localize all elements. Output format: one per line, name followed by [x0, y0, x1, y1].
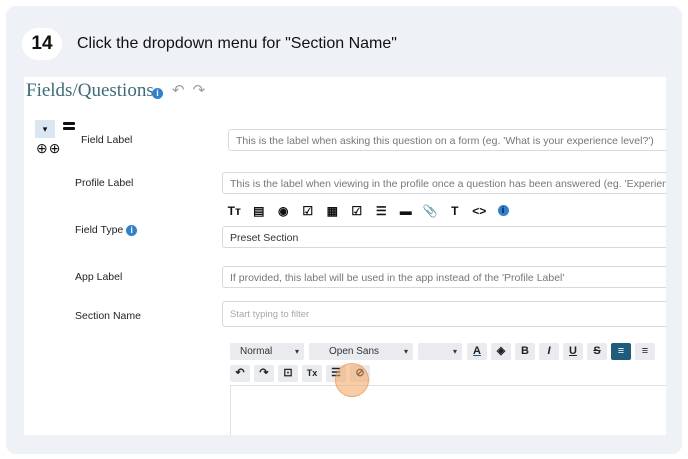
section-name-dropdown[interactable]: Start typing to filter [222, 301, 666, 327]
field-type-info-icon[interactable]: i [126, 224, 138, 236]
font-size-select[interactable]: ▾ [418, 343, 462, 360]
chevron-down-icon: ▾ [403, 347, 408, 356]
profile-label-input[interactable]: This is the label when viewing in the pr… [222, 172, 666, 194]
plain-text-type-icon[interactable]: T [443, 204, 468, 218]
collapse-toggle-button[interactable]: ▾ [35, 120, 55, 138]
rich-text-editor-area[interactable] [230, 385, 666, 435]
section-title-text: Fields/Questions [26, 80, 154, 101]
info-icon[interactable]: i [152, 88, 163, 99]
attachment-type-icon[interactable]: 📎 [418, 204, 443, 218]
step-number-badge: 14 [22, 28, 62, 60]
bold-button[interactable]: B [515, 343, 535, 360]
font-family-select[interactable]: Open Sans ▾ [309, 343, 413, 360]
italic-button[interactable]: I [539, 343, 559, 360]
list-type-icon[interactable]: ☰ [369, 204, 394, 218]
text-color-button[interactable]: A [467, 343, 487, 360]
clear-format-button[interactable]: Tx [302, 365, 322, 382]
field-type-select[interactable]: Preset Section [222, 226, 666, 248]
history-controls: ↶↷ [172, 81, 213, 99]
editor-toolbar-top: Normal ▾ Open Sans ▾ ▾ A ◈ B I U S ≡ ≡ [230, 343, 659, 360]
paragraph-style-select[interactable]: Normal ▾ [230, 343, 304, 360]
section-title: Fields/Questions i [26, 80, 163, 102]
field-type-toolbar: Tт ▤ ◉ ☑ ▦ ☑ ☰ ▬ 📎 T <> i [222, 204, 509, 218]
chevron-down-icon: ▾ [294, 347, 299, 356]
checkbox-type-icon[interactable]: ☑ [296, 204, 321, 218]
undo-icon[interactable]: ↶ [172, 82, 193, 99]
step-instruction: Click the dropdown menu for "Section Nam… [77, 35, 397, 52]
align-left-button[interactable]: ≡ [611, 343, 631, 360]
app-label-input[interactable]: If provided, this label will be used in … [222, 266, 666, 288]
profile-label-label: Profile Label [75, 177, 134, 189]
editor-undo-button[interactable]: ↶ [230, 365, 250, 382]
click-indicator [335, 363, 369, 397]
calendar-type-icon[interactable]: ▦ [320, 204, 345, 218]
field-type-toolbar-info-icon[interactable]: i [497, 205, 509, 216]
code-type-icon[interactable]: <> [467, 204, 492, 218]
radio-type-icon[interactable]: ◉ [271, 204, 296, 218]
field-type-label-text: Field Type [75, 224, 124, 236]
font-family-value: Open Sans [329, 346, 380, 357]
text-type-icon[interactable]: Tт [222, 204, 247, 218]
field-type-label: Field Type i [75, 224, 138, 236]
strikethrough-button[interactable]: S [587, 343, 607, 360]
field-label-label: Field Label [81, 134, 133, 146]
drag-handle-icon[interactable] [63, 122, 75, 131]
chevron-down-icon: ▾ [452, 347, 457, 356]
multi-checkbox-type-icon[interactable]: ☑ [345, 204, 370, 218]
section-type-icon[interactable]: ▬ [394, 204, 419, 218]
form-panel: Fields/Questions i ↶↷ ▾ ⊕⊕ Field Label T… [24, 77, 666, 435]
editor-redo-button[interactable]: ↷ [254, 365, 274, 382]
app-label-label: App Label [75, 271, 123, 283]
underline-button[interactable]: U [563, 343, 583, 360]
add-field-icons[interactable]: ⊕⊕ [36, 140, 61, 157]
section-name-label: Section Name [75, 310, 141, 322]
paragraph-style-value: Normal [240, 346, 273, 357]
redo-icon[interactable]: ↷ [193, 82, 214, 99]
select-all-button[interactable]: ⊡ [278, 365, 298, 382]
highlight-color-button[interactable]: ◈ [491, 343, 511, 360]
align-center-button[interactable]: ≡ [635, 343, 655, 360]
field-label-input[interactable]: This is the label when asking this quest… [228, 129, 666, 151]
document-type-icon[interactable]: ▤ [247, 204, 272, 218]
